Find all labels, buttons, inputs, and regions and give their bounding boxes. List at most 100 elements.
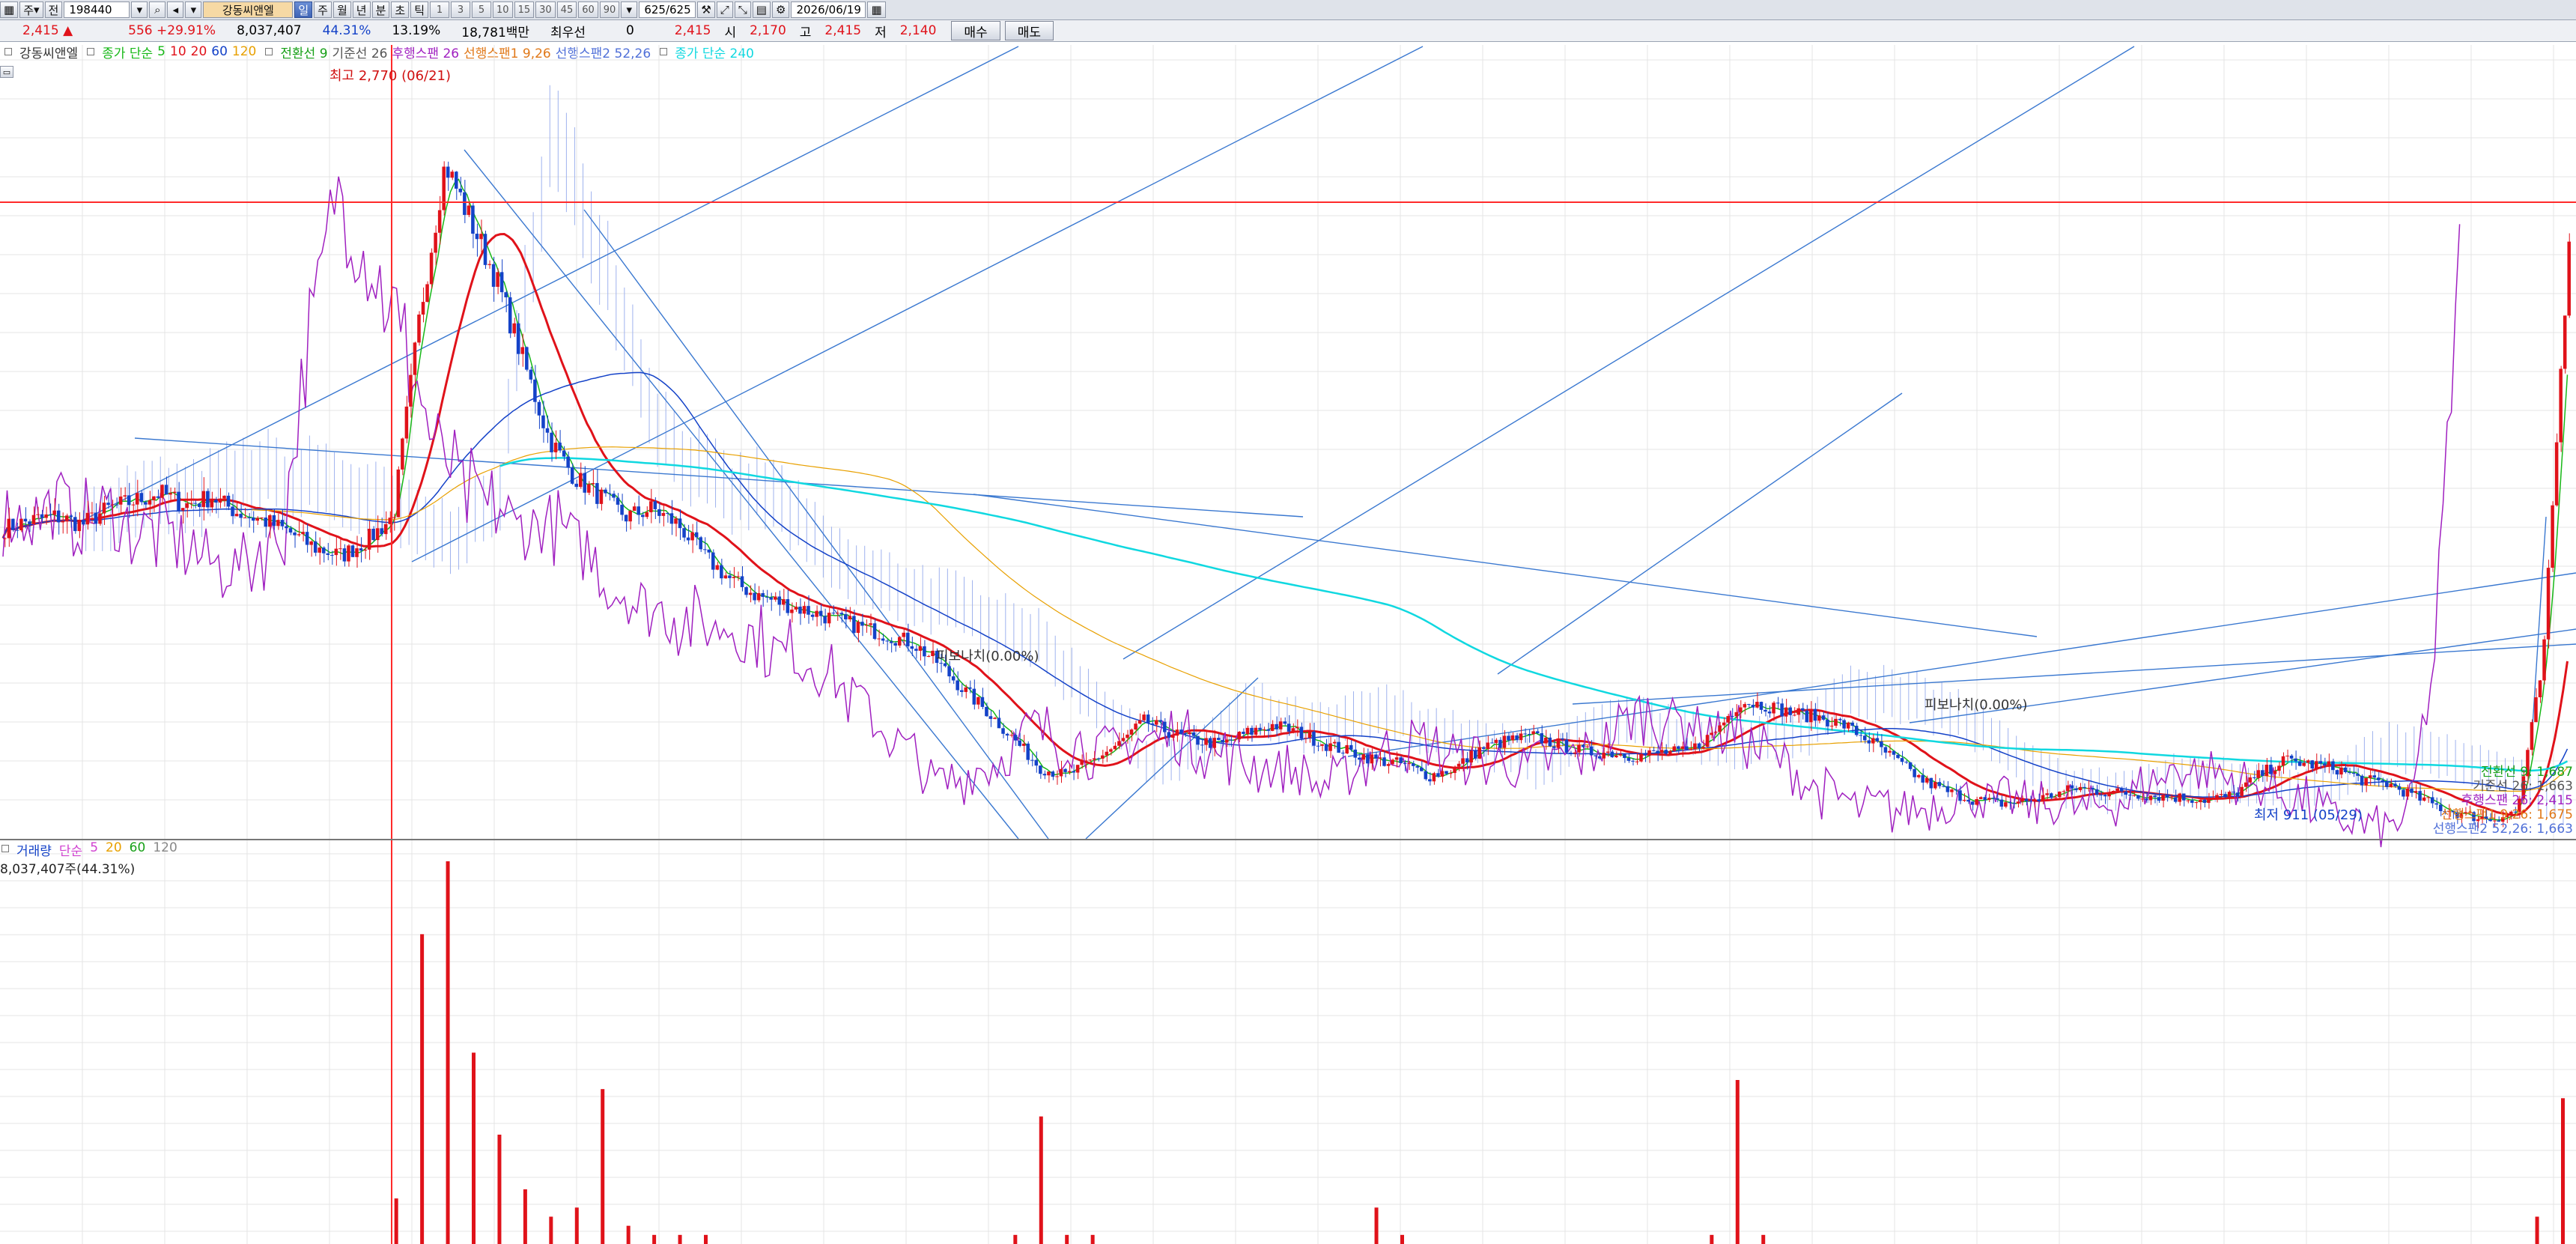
volume-bar [601,1089,605,1244]
candle-body [1548,737,1552,747]
candle-body [777,596,782,605]
candle-body [520,347,525,354]
candle-body [2145,798,2148,801]
candle-body [1374,754,1378,759]
candle-body [686,537,690,541]
candle-body [1945,786,1950,792]
candle-body [761,592,765,597]
candle-body [570,467,574,484]
candle-body [2546,568,2551,640]
candle-body [297,534,301,535]
right-value-conv: 전환선 9: 1,687 [2481,765,2573,780]
candle-body [1672,746,1677,751]
candle-body [988,716,993,719]
candle-body [1018,740,1021,746]
candle-body [2223,794,2227,797]
volume-legend-20: 20 [106,840,122,855]
candle-body [1245,727,1250,734]
candle-body [401,438,404,470]
trend-line[interactable] [973,494,2038,637]
candle-body [2368,775,2372,778]
candle-body [118,496,123,505]
candle-body [1490,742,1494,744]
candle-body [637,506,640,515]
candle-body [839,613,844,615]
candle-body [2004,802,2008,807]
candle-body [1121,738,1126,741]
candle-body [1718,725,1722,732]
candle-body [782,599,786,605]
candle-body [774,596,777,600]
candle-body [2070,785,2074,789]
candle-body [558,443,562,451]
candle-body [1817,715,1821,721]
trend-line[interactable] [1572,643,2576,705]
candle-body [2202,799,2207,803]
candle-body [201,491,206,507]
trend-line[interactable] [1347,572,2576,757]
trend-line[interactable] [74,46,1019,525]
candle-body [694,532,699,538]
candle-body [2414,791,2418,793]
legend-square-icon[interactable] [1,845,9,852]
trend-line[interactable] [411,46,1424,562]
candle-body [906,632,910,646]
candle-body [1767,711,1772,714]
candle-body [1403,762,1407,764]
candle-body [2389,783,2393,787]
candle-body [421,302,425,315]
candle-body [657,509,661,516]
candle-body [28,521,31,524]
candle-body [31,515,36,524]
candle-body [2426,797,2430,798]
candle-body [44,514,48,518]
chart-canvas[interactable]: 최고 2,770 (06/21) 최저 911 (05/29) 피보나치(0.0… [0,0,2576,1244]
candle-body [2136,795,2140,799]
trend-line[interactable] [583,209,1049,840]
candle-body [1270,723,1275,731]
candle-body [2302,762,2306,766]
candle-body [280,520,285,527]
candle-body [1262,729,1266,730]
candle-body [90,512,94,514]
candle-body [2534,697,2538,723]
candle-body [2422,797,2426,801]
candle-body [1846,722,1850,729]
candle-body [964,687,968,692]
candle-body [1378,757,1382,759]
candle-body [1556,738,1561,748]
candle-body [98,513,102,524]
candle-body [1494,739,1498,744]
candle-body [1999,799,2004,807]
ma240-line [499,457,2569,772]
trend-lines[interactable] [74,46,2576,840]
candle-body [728,575,732,578]
candle-body [1510,735,1515,741]
candle-body [1697,743,1701,749]
candle-body [956,680,959,691]
candle-body [1996,798,1999,800]
candle-body [959,690,964,692]
candle-body [2559,368,2563,443]
candle-body [877,638,881,640]
candle-body [160,485,164,498]
candle-body [185,503,189,509]
candle-body [1801,708,1805,711]
candle-body [1900,758,1904,762]
candle-body [1743,704,1747,708]
trend-line[interactable] [134,437,1304,518]
candle-body [2567,241,2571,316]
candle-body [285,526,288,529]
candle-body [1730,716,1734,717]
candle-body [1034,759,1039,766]
candle-body [1552,746,1556,748]
candle-body [1618,753,1623,756]
candle-body [2235,792,2240,796]
trend-line[interactable] [1123,46,2135,660]
trend-line[interactable] [1497,392,1903,675]
candle-body [1482,747,1486,749]
candle-body [367,529,371,550]
candle-body [2315,761,2318,769]
candle-body [1440,771,1445,777]
trend-line[interactable] [2530,516,2547,750]
